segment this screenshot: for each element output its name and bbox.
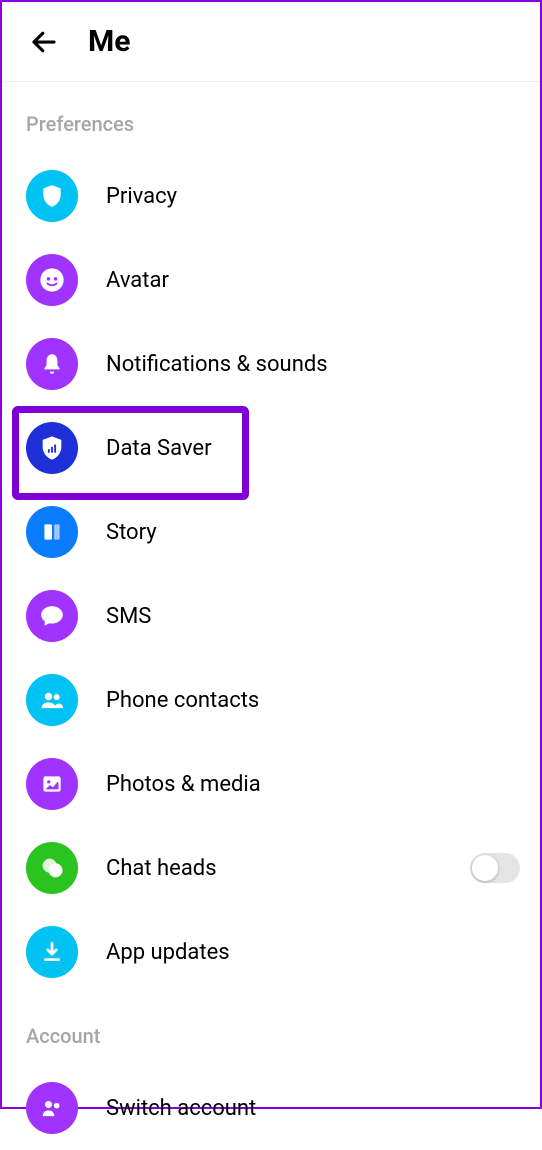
header: Me: [2, 2, 540, 82]
section-header-preferences: Preferences: [2, 82, 540, 154]
row-label: Privacy: [106, 184, 177, 209]
page-title: Me: [88, 24, 130, 59]
row-label: Switch account: [106, 1096, 256, 1121]
avatar-icon: [26, 254, 78, 306]
row-app-updates[interactable]: App updates: [2, 910, 540, 994]
row-sms[interactable]: SMS: [2, 574, 540, 658]
people-icon: [26, 674, 78, 726]
bell-icon: [26, 338, 78, 390]
row-label: Avatar: [106, 268, 169, 293]
download-icon: [26, 926, 78, 978]
switch-account-icon: [26, 1082, 78, 1134]
row-notifications[interactable]: Notifications & sounds: [2, 322, 540, 406]
row-data-saver[interactable]: Data Saver: [2, 406, 540, 490]
chat-heads-toggle[interactable]: [470, 853, 520, 883]
arrow-left-icon: [29, 27, 59, 57]
image-icon: [26, 758, 78, 810]
row-photos-media[interactable]: Photos & media: [2, 742, 540, 826]
chat-bubble-icon: [26, 590, 78, 642]
row-switch-account[interactable]: Switch account: [2, 1066, 540, 1150]
row-label: SMS: [106, 604, 151, 629]
section-header-account: Account: [2, 994, 540, 1066]
row-chat-heads[interactable]: Chat heads: [2, 826, 540, 910]
shield-icon: [26, 170, 78, 222]
row-phone-contacts[interactable]: Phone contacts: [2, 658, 540, 742]
back-button[interactable]: [24, 22, 64, 62]
chat-heads-icon: [26, 842, 78, 894]
row-privacy[interactable]: Privacy: [2, 154, 540, 238]
row-label: App updates: [106, 940, 230, 965]
row-label: Story: [106, 520, 157, 545]
row-avatar[interactable]: Avatar: [2, 238, 540, 322]
row-label: Chat heads: [106, 856, 217, 881]
row-label: Phone contacts: [106, 688, 259, 713]
content: Preferences Privacy Avatar Notifications…: [2, 82, 540, 1150]
row-label: Data Saver: [106, 436, 212, 461]
row-story[interactable]: Story: [2, 490, 540, 574]
story-icon: [26, 506, 78, 558]
row-label: Notifications & sounds: [106, 352, 328, 377]
row-label: Photos & media: [106, 772, 261, 797]
shield-data-icon: [26, 422, 78, 474]
